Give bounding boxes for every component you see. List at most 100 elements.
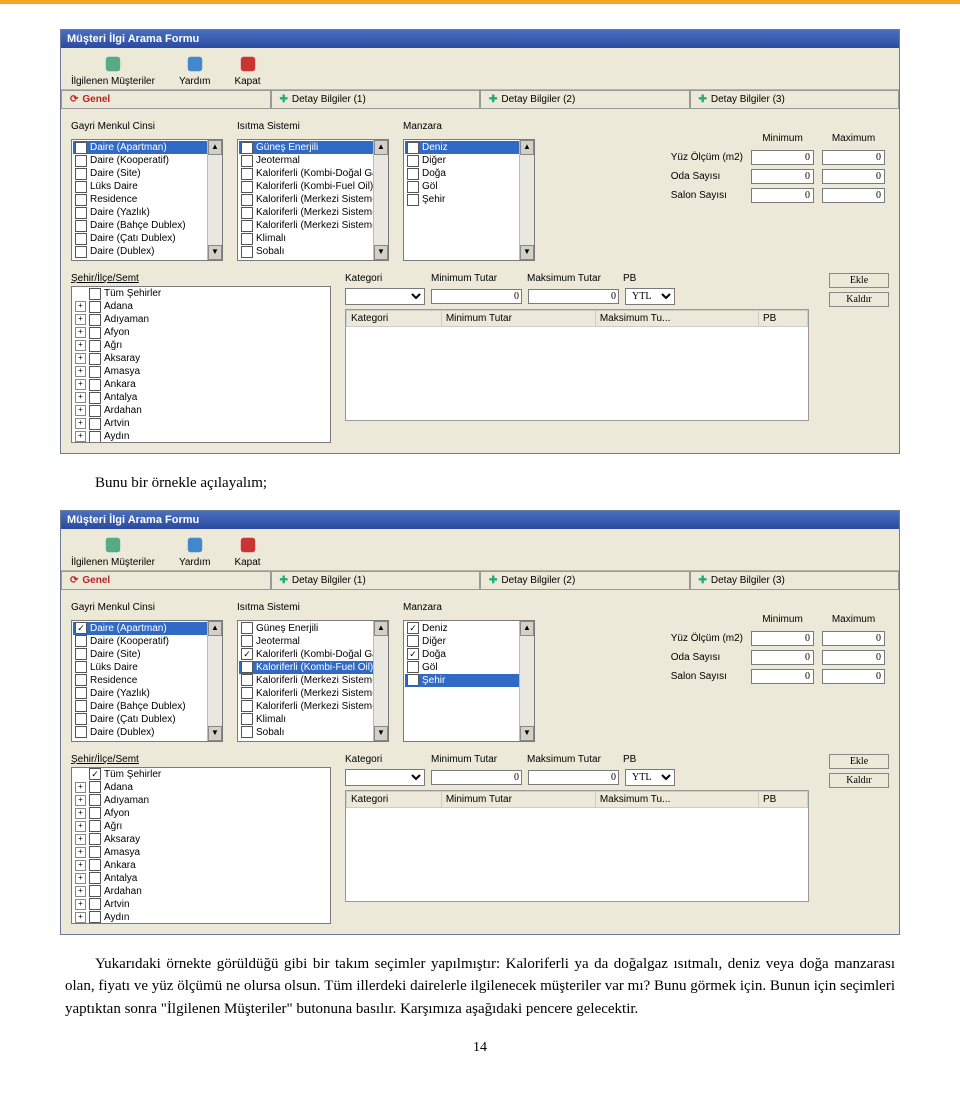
- checkbox-icon[interactable]: [75, 674, 87, 686]
- list-item[interactable]: Deniz: [405, 622, 533, 635]
- list-item[interactable]: Sobalı: [239, 726, 387, 739]
- expand-icon[interactable]: +: [75, 808, 86, 819]
- checkbox-icon[interactable]: [89, 392, 101, 404]
- toolbar-btn2[interactable]: Yardım: [179, 535, 211, 568]
- max-input[interactable]: [822, 669, 885, 684]
- listbox[interactable]: DenizDiğerDoğaGölŞehir▲▼: [403, 139, 535, 261]
- tab-d1[interactable]: ✚Detay Bilgiler (1): [271, 90, 481, 108]
- tree-item[interactable]: +Antalya: [72, 872, 330, 885]
- kaldir-button[interactable]: Kaldır: [829, 773, 889, 788]
- list-item[interactable]: Doğa: [405, 167, 533, 180]
- expand-icon[interactable]: +: [75, 379, 86, 390]
- checkbox-icon[interactable]: [241, 142, 253, 154]
- grid-col-kategori[interactable]: Kategori: [347, 311, 442, 327]
- expand-icon[interactable]: +: [75, 847, 86, 858]
- checkbox-icon[interactable]: [89, 807, 101, 819]
- scroll-down-icon[interactable]: ▼: [374, 245, 388, 260]
- grid-col-mintutar[interactable]: Minimum Tutar: [441, 311, 595, 327]
- checkbox-icon[interactable]: [89, 820, 101, 832]
- list-item[interactable]: Klimalı: [239, 713, 387, 726]
- scroll-down-icon[interactable]: ▼: [208, 245, 222, 260]
- checkbox-icon[interactable]: [75, 648, 87, 660]
- checkbox-icon[interactable]: [75, 246, 87, 258]
- kaldir-button[interactable]: Kaldır: [829, 292, 889, 307]
- list-item[interactable]: Daire (Çatı Dublex): [73, 713, 221, 726]
- checkbox-icon[interactable]: [75, 622, 87, 634]
- list-item[interactable]: Daire (Site): [73, 167, 221, 180]
- listbox[interactable]: Güneş EnerjiliJeotermalKaloriferli (Komb…: [237, 139, 389, 261]
- checkbox-icon[interactable]: [89, 846, 101, 858]
- tree-item[interactable]: Tüm Şehirler: [72, 287, 330, 300]
- checkbox-icon[interactable]: [407, 142, 419, 154]
- checkbox-icon[interactable]: [407, 622, 419, 634]
- max-input[interactable]: [822, 631, 885, 646]
- checkbox-icon[interactable]: [75, 181, 87, 193]
- tree-item[interactable]: +Antalya: [72, 391, 330, 404]
- list-item[interactable]: Daire (Apartman): [73, 622, 221, 635]
- list-item[interactable]: Kaloriferli (Kombi-Fuel Oil): [239, 661, 387, 674]
- tree-item[interactable]: +Afyon: [72, 326, 330, 339]
- tree-item[interactable]: +Adana: [72, 781, 330, 794]
- max-input[interactable]: [822, 150, 885, 165]
- checkbox-icon[interactable]: [241, 648, 253, 660]
- tree-item[interactable]: +Amasya: [72, 365, 330, 378]
- checkbox-icon[interactable]: [89, 418, 101, 430]
- grid-col-mintutar[interactable]: Minimum Tutar: [441, 791, 595, 807]
- tree-item[interactable]: +Amasya: [72, 846, 330, 859]
- tree-item[interactable]: +Aydın: [72, 430, 330, 443]
- pb-select[interactable]: YTL: [625, 769, 675, 786]
- tab-genel[interactable]: ⟳Genel: [61, 90, 271, 108]
- checkbox-icon[interactable]: [75, 635, 87, 647]
- tree-body[interactable]: Tüm Şehirler+Adana+Adıyaman+Afyon+Ağrı+A…: [71, 767, 331, 924]
- checkbox-icon[interactable]: [89, 768, 101, 780]
- checkbox-icon[interactable]: [75, 168, 87, 180]
- tree-item[interactable]: +Ankara: [72, 378, 330, 391]
- min-input[interactable]: [751, 150, 814, 165]
- tree-item[interactable]: +Afyon: [72, 807, 330, 820]
- checkbox-icon[interactable]: [89, 340, 101, 352]
- tab-d1[interactable]: ✚Detay Bilgiler (1): [271, 571, 481, 589]
- checkbox-icon[interactable]: [89, 898, 101, 910]
- list-item[interactable]: Residence: [73, 674, 221, 687]
- tree-item[interactable]: +Adıyaman: [72, 313, 330, 326]
- tab-d3[interactable]: ✚Detay Bilgiler (3): [690, 571, 900, 589]
- checkbox-icon[interactable]: [89, 288, 101, 300]
- kategori-select[interactable]: [345, 288, 425, 305]
- scrollbar[interactable]: ▲▼: [207, 621, 222, 741]
- scroll-up-icon[interactable]: ▲: [520, 140, 534, 155]
- list-item[interactable]: Jeotermal: [239, 635, 387, 648]
- mintutar-input[interactable]: [431, 289, 522, 304]
- list-item[interactable]: Kaloriferli (Kombi-Doğal Gaz: [239, 167, 387, 180]
- checkbox-icon[interactable]: [241, 194, 253, 206]
- checkbox-icon[interactable]: [241, 713, 253, 725]
- expand-icon[interactable]: +: [75, 301, 86, 312]
- list-item[interactable]: Klimalı: [239, 232, 387, 245]
- tree-item[interactable]: +Artvin: [72, 898, 330, 911]
- grid-col-pb[interactable]: PB: [759, 791, 808, 807]
- toolbar-btn3[interactable]: Kapat: [234, 535, 260, 568]
- checkbox-icon[interactable]: [407, 168, 419, 180]
- expand-icon[interactable]: +: [75, 327, 86, 338]
- list-item[interactable]: Deniz: [405, 141, 533, 154]
- expand-icon[interactable]: +: [75, 782, 86, 793]
- scroll-up-icon[interactable]: ▲: [520, 621, 534, 636]
- expand-icon[interactable]: +: [75, 860, 86, 871]
- list-item[interactable]: Daire (Bahçe Dublex): [73, 219, 221, 232]
- tab-d2[interactable]: ✚Detay Bilgiler (2): [480, 90, 690, 108]
- expand-icon[interactable]: +: [75, 366, 86, 377]
- max-input[interactable]: [822, 188, 885, 203]
- checkbox-icon[interactable]: [241, 220, 253, 232]
- expand-icon[interactable]: +: [75, 795, 86, 806]
- checkbox-icon[interactable]: [241, 246, 253, 258]
- checkbox-icon[interactable]: [75, 142, 87, 154]
- toolbar-btn3[interactable]: Kapat: [234, 54, 260, 87]
- pb-select[interactable]: YTL: [625, 288, 675, 305]
- list-item[interactable]: Residence: [73, 193, 221, 206]
- max-input[interactable]: [822, 169, 885, 184]
- scroll-up-icon[interactable]: ▲: [374, 140, 388, 155]
- min-input[interactable]: [751, 631, 814, 646]
- expand-icon[interactable]: +: [75, 899, 86, 910]
- list-item[interactable]: Göl: [405, 180, 533, 193]
- grid-col-makstutar[interactable]: Maksimum Tu...: [595, 311, 758, 327]
- checkbox-icon[interactable]: [75, 233, 87, 245]
